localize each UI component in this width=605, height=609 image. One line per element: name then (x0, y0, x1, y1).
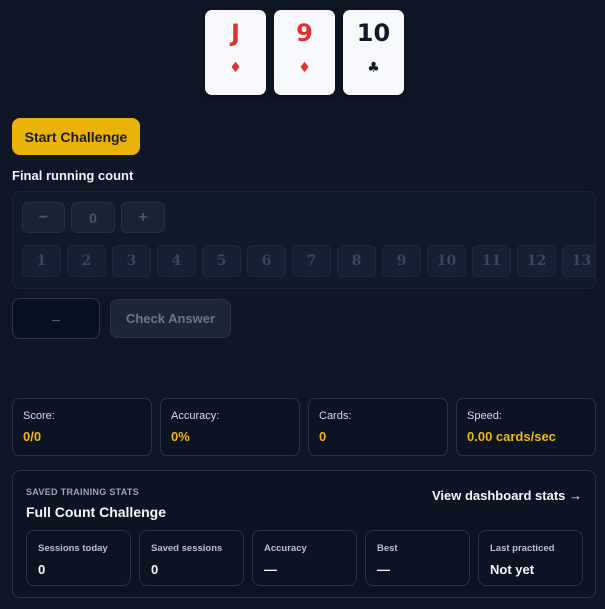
final-running-count-label: Final running count (12, 168, 134, 183)
number-button[interactable]: 7 (292, 245, 331, 277)
cards-stat: Cards: 0 (308, 398, 448, 456)
stat-value: 0% (171, 429, 190, 444)
number-pad: 1 2 3 4 5 6 7 8 9 10 11 12 13 (22, 245, 595, 277)
stat-label: Speed: (467, 410, 502, 422)
playing-card: 10 ♣ (343, 10, 404, 95)
view-dashboard-stats-link[interactable]: View dashboard stats → (432, 488, 582, 503)
saved-stats-kicker: SAVED TRAINING STATS (26, 487, 140, 497)
session-stats: Score: 0/0 Accuracy: 0% Cards: 0 Speed: … (12, 398, 596, 456)
check-answer-button[interactable]: Check Answer (110, 299, 231, 338)
score-stat: Score: 0/0 (12, 398, 152, 456)
club-suit-icon: ♣ (367, 60, 380, 76)
count-stepper: − 0 + (22, 202, 165, 233)
stat-label: Cards: (319, 410, 352, 422)
diamond-suit-icon: ♦ (298, 60, 311, 76)
number-button[interactable]: 2 (67, 245, 106, 277)
last-practiced-stat: Last practiced Not yet (478, 530, 583, 586)
saved-training-stats-panel: SAVED TRAINING STATS Full Count Challeng… (12, 470, 596, 598)
number-button[interactable]: 5 (202, 245, 241, 277)
speed-stat: Speed: 0.00 cards/sec (456, 398, 596, 456)
playing-card: J ♦ (205, 10, 266, 95)
mini-stat-value: — (377, 562, 390, 577)
playing-card: 9 ♦ (274, 10, 335, 95)
count-input-panel: − 0 + 1 2 3 4 5 6 7 8 9 10 11 12 13 (12, 191, 596, 289)
start-challenge-button[interactable]: Start Challenge (12, 118, 140, 155)
card-rank: 10 (356, 19, 391, 47)
mini-stat-label: Saved sessions (151, 543, 223, 554)
number-button[interactable]: 13 (562, 245, 595, 277)
accuracy-saved-stat: Accuracy — (252, 530, 357, 586)
mini-stat-label: Last practiced (490, 543, 555, 554)
mini-stat-value: Not yet (490, 562, 535, 577)
number-button[interactable]: 12 (517, 245, 556, 277)
stat-value: 0.00 cards/sec (467, 429, 556, 444)
saved-stats-row: Sessions today 0 Saved sessions 0 Accura… (26, 530, 583, 586)
card-rank: 9 (296, 19, 313, 47)
saved-sessions-stat: Saved sessions 0 (139, 530, 244, 586)
accuracy-stat: Accuracy: 0% (160, 398, 300, 456)
answer-input[interactable] (12, 298, 100, 339)
number-button[interactable]: 10 (427, 245, 466, 277)
stat-label: Score: (23, 410, 55, 422)
saved-stats-title: Full Count Challenge (26, 504, 166, 520)
stat-label: Accuracy: (171, 410, 220, 422)
count-value: 0 (71, 202, 115, 233)
stat-value: 0/0 (23, 429, 42, 444)
diamond-suit-icon: ♦ (229, 60, 242, 76)
number-button[interactable]: 4 (157, 245, 196, 277)
stat-value: 0 (319, 429, 327, 444)
number-button[interactable]: 1 (22, 245, 61, 277)
mini-stat-value: 0 (38, 562, 46, 577)
best-stat: Best — (365, 530, 470, 586)
mini-stat-label: Best (377, 543, 398, 554)
number-button[interactable]: 8 (337, 245, 376, 277)
increment-button[interactable]: + (121, 202, 165, 233)
count-challenge-page: J ♦ 9 ♦ 10 ♣ Start Challenge Final runni… (0, 0, 605, 609)
decrement-button[interactable]: − (22, 202, 65, 233)
number-button[interactable]: 6 (247, 245, 286, 277)
dealt-cards: J ♦ 9 ♦ 10 ♣ (205, 10, 404, 95)
mini-stat-value: — (264, 562, 277, 577)
mini-stat-value: 0 (151, 562, 159, 577)
number-button[interactable]: 9 (382, 245, 421, 277)
mini-stat-label: Accuracy (264, 543, 307, 554)
card-rank: J (231, 19, 240, 47)
mini-stat-label: Sessions today (38, 543, 108, 554)
number-button[interactable]: 11 (472, 245, 511, 277)
number-button[interactable]: 3 (112, 245, 151, 277)
sessions-today-stat: Sessions today 0 (26, 530, 131, 586)
